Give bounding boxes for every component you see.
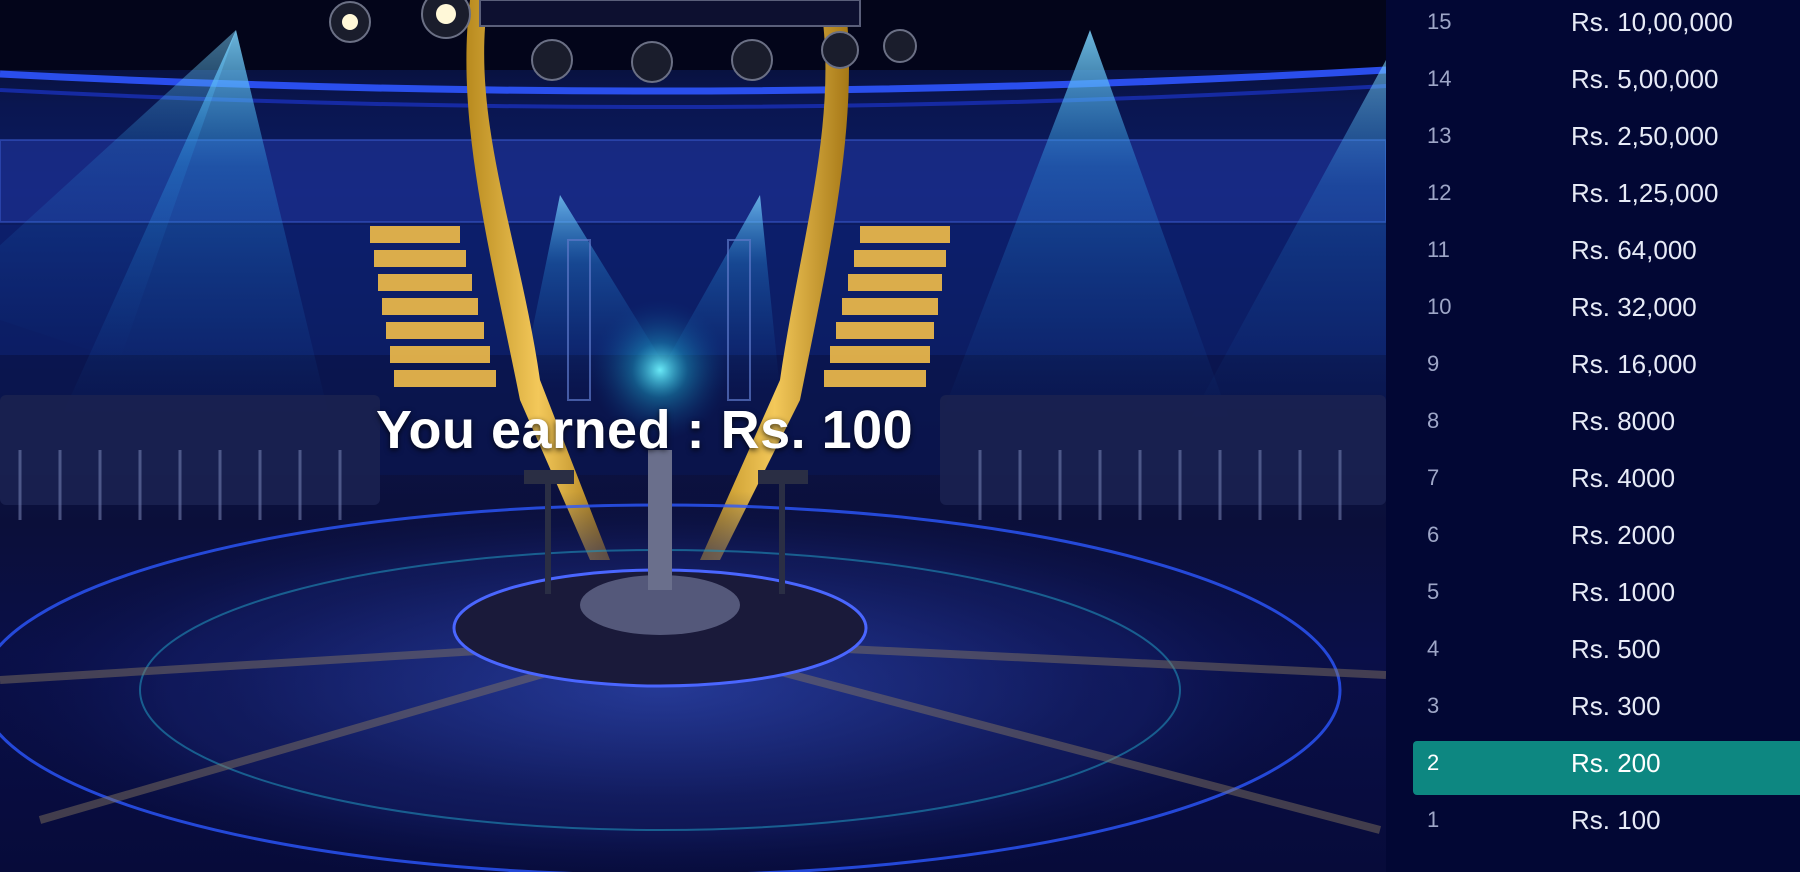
prize-level-amount: Rs. 300	[1571, 691, 1661, 721]
prize-level-row: 7 Rs. 4000	[1413, 456, 1800, 510]
prize-level-amount: Rs. 1,25,000	[1571, 178, 1719, 208]
prize-level-amount: Rs. 16,000	[1571, 349, 1697, 379]
game-stage-backdrop: You earned : Rs. 100	[0, 0, 1386, 872]
prize-level-row: 4 Rs. 500	[1413, 627, 1800, 681]
prize-level-number: 5	[1427, 579, 1440, 604]
prize-level-amount: Rs. 1000	[1571, 577, 1676, 607]
prize-level-amount: Rs. 10,00,000	[1571, 7, 1733, 37]
prize-level-row: 5 Rs. 1000	[1413, 570, 1800, 624]
prize-level-number: 13	[1427, 123, 1452, 148]
prize-level-number: 14	[1427, 66, 1452, 91]
prize-level-amount: Rs. 4000	[1571, 463, 1676, 493]
prize-level-number: 7	[1427, 465, 1440, 490]
prize-level-row: 1 Rs. 100	[1413, 798, 1800, 852]
prize-level-row: 9 Rs. 16,000	[1413, 342, 1800, 396]
earned-value: Rs. 100	[720, 400, 914, 460]
prize-level-row: 13 Rs. 2,50,000	[1413, 114, 1800, 168]
earned-label: You earned :	[376, 400, 706, 460]
prize-level-row: 12 Rs. 1,25,000	[1413, 171, 1800, 225]
prize-level-amount: Rs. 2000	[1571, 520, 1676, 550]
prize-level-amount: Rs. 100	[1571, 805, 1661, 835]
prize-level-amount: Rs. 500	[1571, 634, 1661, 664]
prize-level-number: 11	[1427, 237, 1450, 262]
prize-level-number: 9	[1427, 351, 1440, 376]
prize-level-amount: Rs. 64,000	[1571, 235, 1697, 265]
prize-level-amount: Rs. 8000	[1571, 406, 1676, 436]
prize-level-number: 10	[1427, 294, 1452, 319]
game-screen: You earned : Rs. 100 15 Rs. 10,00,000 14 Rs…	[0, 0, 1800, 872]
prize-level-row: 10 Rs. 32,000	[1413, 285, 1800, 339]
prize-level-row: 14 Rs. 5,00,000	[1413, 57, 1800, 111]
prize-level-number: 8	[1427, 408, 1440, 433]
prize-money-ladder: 15 Rs. 10,00,000 14 Rs. 5,00,000 13 Rs. 2,50,…	[1386, 0, 1800, 872]
prize-level-number: 15	[1427, 9, 1452, 34]
prize-level-row: 8 Rs. 8000	[1413, 399, 1800, 453]
prize-level-row: 3 Rs. 300	[1413, 684, 1800, 738]
prize-level-number: 4	[1427, 636, 1440, 661]
prize-level-amount: Rs. 200	[1571, 748, 1661, 778]
earned-amount-message: You earned : Rs. 100	[376, 395, 913, 465]
prize-level-amount: Rs. 2,50,000	[1571, 121, 1719, 151]
prize-level-number: 3	[1427, 693, 1440, 718]
prize-level-amount: Rs. 32,000	[1571, 292, 1697, 322]
prize-level-number: 6	[1427, 522, 1440, 547]
prize-level-amount: Rs. 5,00,000	[1571, 64, 1719, 94]
prize-level-row: 15 Rs. 10,00,000	[1413, 0, 1800, 54]
prize-level-number: 12	[1427, 180, 1452, 205]
prize-level-number: 2	[1427, 750, 1440, 775]
prize-level-row: 6 Rs. 2000	[1413, 513, 1800, 567]
prize-level-number: 1	[1427, 807, 1440, 832]
prize-level-row: 2 Rs. 200	[1413, 741, 1800, 795]
prize-level-row: 11 Rs. 64,000	[1413, 228, 1800, 282]
